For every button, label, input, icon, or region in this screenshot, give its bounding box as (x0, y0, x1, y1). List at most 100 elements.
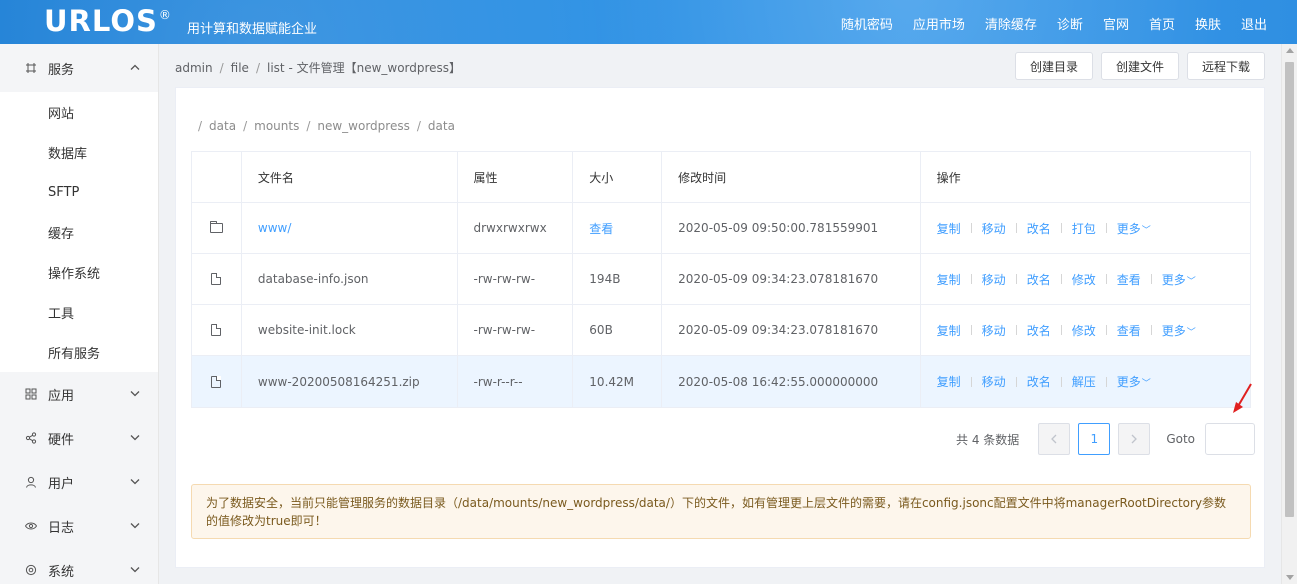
path-segment[interactable]: mounts (254, 119, 299, 133)
nav-random-password[interactable]: 随机密码 (841, 14, 893, 33)
move-link[interactable]: 移动 (982, 271, 1006, 288)
notice-banner: 为了数据安全，当前只能管理服务的数据目录（/data/mounts/new_wo… (191, 484, 1251, 539)
sidebar-group-system[interactable]: 系统 (0, 548, 158, 584)
sidebar-lower-groups: 应用 硬件 用户 日志 系统 (0, 372, 158, 584)
chevron-right-icon (1131, 434, 1138, 444)
annotation-arrow-icon (1233, 383, 1252, 413)
sidebar-group-hardware[interactable]: 硬件 (0, 416, 158, 460)
sidebar-group-logs[interactable]: 日志 (0, 504, 158, 548)
path-segment[interactable]: new_wordpress (317, 119, 409, 133)
chevron-down-icon (130, 389, 140, 400)
eye-icon (24, 519, 38, 533)
folder-link[interactable]: www/ (258, 221, 292, 235)
prev-page-button[interactable] (1038, 423, 1071, 455)
sidebar-item-all-services[interactable]: 所有服务 (0, 332, 158, 372)
copy-link[interactable]: 复制 (937, 373, 961, 390)
row-ops: 复制 移动 改名 修改 查看 更多﹀ (921, 254, 1250, 304)
pack-link[interactable]: 打包 (1072, 220, 1096, 237)
scrollbar-thumb[interactable] (1285, 62, 1294, 517)
file-table: 文件名 属性 大小 修改时间 操作 www/ drwxrwxrwx 查看 202… (191, 151, 1251, 408)
row-icon-cell (192, 305, 242, 355)
table-row: website-init.lock -rw-rw-rw- 60B 2020-05… (192, 305, 1250, 356)
create-file-button[interactable]: 创建文件 (1100, 52, 1179, 80)
view-size-link[interactable]: 查看 (589, 220, 613, 237)
row-icon-cell (192, 356, 242, 407)
vertical-scrollbar[interactable] (1281, 44, 1297, 584)
more-dropdown[interactable]: 更多﹀ (1162, 322, 1196, 339)
action-buttons: 创建目录 创建文件 远程下载 (1014, 52, 1265, 80)
move-link[interactable]: 移动 (982, 220, 1006, 237)
chevron-down-icon (130, 477, 140, 488)
table-row: www/ drwxrwxrwx 查看 2020-05-09 09:50:00.7… (192, 203, 1250, 254)
copy-link[interactable]: 复制 (937, 322, 961, 339)
file-icon (211, 324, 222, 336)
nav-logout[interactable]: 退出 (1241, 14, 1267, 33)
view-link[interactable]: 查看 (1117, 271, 1141, 288)
extract-link[interactable]: 解压 (1072, 373, 1096, 390)
chevron-down-icon (130, 565, 140, 576)
edit-link[interactable]: 修改 (1072, 271, 1096, 288)
sidebar-group-users[interactable]: 用户 (0, 460, 158, 504)
page-number-button[interactable]: 1 (1078, 423, 1111, 455)
nav-official-site[interactable]: 官网 (1103, 14, 1129, 33)
nav-app-market[interactable]: 应用市场 (913, 14, 965, 33)
logo[interactable]: URLOS® (44, 4, 171, 38)
goto-page-input[interactable] (1205, 423, 1255, 455)
remote-download-button[interactable]: 远程下载 (1186, 52, 1265, 80)
path-segment[interactable]: data (428, 119, 455, 133)
move-link[interactable]: 移动 (982, 373, 1006, 390)
chevron-down-icon: ﹀ (1141, 225, 1151, 236)
row-name-cell: www/ (242, 203, 458, 253)
nav-skin[interactable]: 换肤 (1195, 14, 1221, 33)
move-link[interactable]: 移动 (982, 322, 1006, 339)
nav-home[interactable]: 首页 (1149, 14, 1175, 33)
header-icon-cell (192, 152, 242, 202)
sidebar-group-service[interactable]: 服务 (0, 44, 158, 92)
nav-diagnose[interactable]: 诊断 (1057, 14, 1083, 33)
copy-link[interactable]: 复制 (937, 220, 961, 237)
rename-link[interactable]: 改名 (1027, 271, 1051, 288)
rename-link[interactable]: 改名 (1027, 220, 1051, 237)
file-icon (211, 375, 222, 388)
rename-link[interactable]: 改名 (1027, 322, 1051, 339)
more-dropdown[interactable]: 更多﹀ (1162, 271, 1196, 288)
view-link[interactable]: 查看 (1117, 322, 1141, 339)
edit-link[interactable]: 修改 (1072, 322, 1096, 339)
breadcrumb-file[interactable]: file (231, 61, 249, 75)
sidebar-item-sftp[interactable]: SFTP (0, 172, 158, 212)
row-size-cell: 查看 (573, 203, 663, 253)
sidebar-item-website[interactable]: 网站 (0, 92, 158, 132)
sidebar-group-label: 用户 (48, 476, 75, 492)
chevron-down-icon: ﹀ (1141, 379, 1151, 389)
row-size: 194B (573, 254, 663, 304)
next-page-button[interactable] (1118, 423, 1151, 455)
goto-label: Goto (1166, 432, 1195, 446)
row-attr: drwxrwxrwx (458, 203, 574, 253)
file-icon (211, 273, 222, 285)
sidebar-item-database[interactable]: 数据库 (0, 132, 158, 172)
top-header: URLOS® 用计算和数据赋能企业 随机密码 应用市场 清除缓存 诊断 官网 首… (0, 0, 1297, 44)
chevron-down-icon (130, 521, 140, 532)
create-directory-button[interactable]: 创建目录 (1014, 52, 1093, 80)
rename-link[interactable]: 改名 (1027, 373, 1051, 390)
folder-icon (209, 221, 223, 233)
sidebar-item-cache[interactable]: 缓存 (0, 212, 158, 252)
sidebar-item-tools[interactable]: 工具 (0, 292, 158, 332)
sidebar-item-os[interactable]: 操作系统 (0, 252, 158, 292)
sidebar-sub-list: 网站 数据库 SFTP 缓存 操作系统 工具 所有服务 (0, 92, 158, 372)
scroll-up-icon[interactable] (1286, 48, 1294, 53)
table-header-row: 文件名 属性 大小 修改时间 操作 (192, 152, 1250, 203)
path-segment[interactable]: data (209, 119, 236, 133)
copy-link[interactable]: 复制 (937, 271, 961, 288)
row-ops: 复制 移动 改名 打包 更多﹀ (921, 203, 1250, 253)
nav-clear-cache[interactable]: 清除缓存 (985, 14, 1037, 33)
row-size: 10.42M (573, 356, 663, 407)
chevron-down-icon: ﹀ (1186, 276, 1196, 287)
pagination: 共 4 条数据 1 Goto (956, 423, 1255, 455)
breadcrumb-admin[interactable]: admin (175, 61, 213, 75)
header-ops: 操作 (936, 170, 961, 185)
more-dropdown[interactable]: 更多﹀ (1117, 373, 1151, 390)
more-dropdown[interactable]: 更多﹀ (1117, 220, 1151, 237)
sidebar-group-apps[interactable]: 应用 (0, 372, 158, 416)
scroll-down-icon[interactable] (1286, 575, 1294, 580)
